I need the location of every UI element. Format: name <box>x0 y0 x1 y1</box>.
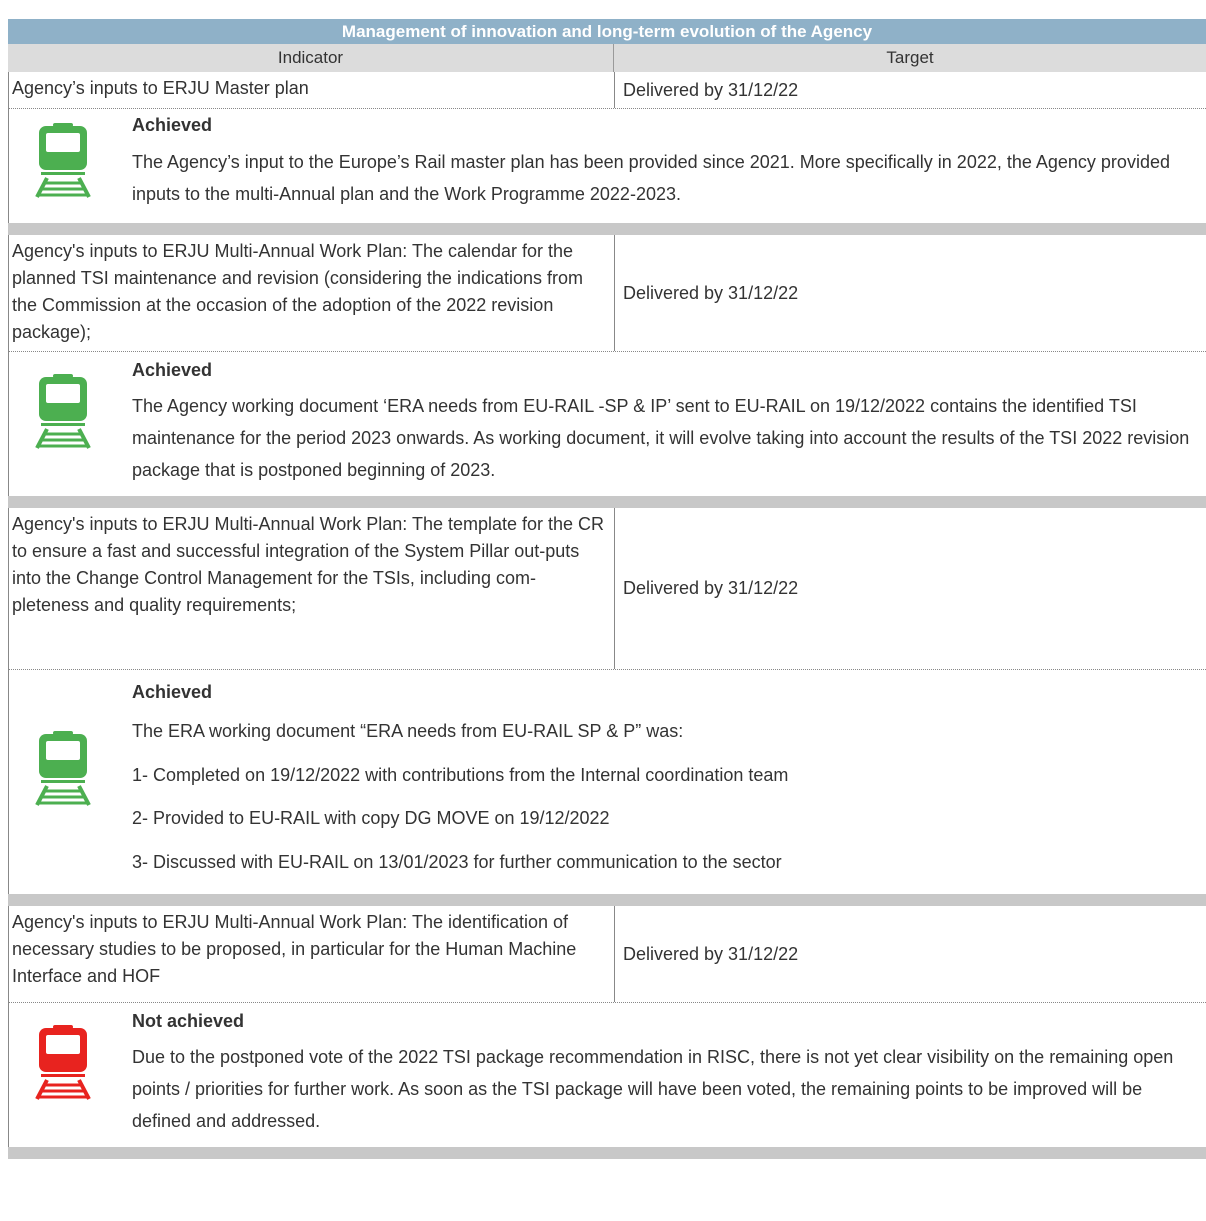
status-label: Achieved <box>132 360 213 380</box>
status-description: The Agency working document ‘ERA needs f… <box>132 396 1190 480</box>
indicator-cell: Agency's inputs to ERJU Multi-Annual Wor… <box>9 235 615 351</box>
status-description: Due to the postponed vote of the 2022 TS… <box>132 1047 1174 1131</box>
kpi-table: Management of innovation and long-term e… <box>8 19 1206 1159</box>
status-label: Achieved <box>132 682 213 702</box>
train-icon-red <box>35 1025 91 1100</box>
target-cell: Delivered by 31/12/22 <box>623 578 799 598</box>
indicator-cell: Agency's inputs to ERJU Multi-Annual Wor… <box>9 906 615 1002</box>
status-row: Not achieved Due to the postponed vote o… <box>8 1003 1206 1147</box>
table-header: Indicator Target <box>8 44 1206 72</box>
status-list-item: 3- Discussed with EU-RAIL on 13/01/2023 … <box>132 852 782 872</box>
indicator-cell: Agency’s inputs to ERJU Master plan <box>9 72 615 108</box>
target-cell: Delivered by 31/12/22 <box>623 282 799 303</box>
indicator-row: Agency’s inputs to ERJU Master plan Deli… <box>8 72 1206 109</box>
target-cell: Delivered by 31/12/22 <box>623 79 799 100</box>
header-target: Target <box>886 48 934 67</box>
row-separator <box>8 496 1206 508</box>
status-description: The Agency’s input to the Europe’s Rail … <box>132 152 1170 204</box>
status-row: Achieved The Agency’s input to the Europ… <box>8 109 1206 223</box>
indicator-cell: Agency's inputs to ERJU Multi-Annual Wor… <box>9 508 615 669</box>
train-icon-green <box>35 731 91 806</box>
row-separator <box>8 1147 1206 1159</box>
status-row: Achieved The ERA working document “ERA n… <box>8 670 1206 894</box>
train-icon-green <box>35 374 91 449</box>
status-label: Achieved <box>132 115 213 135</box>
indicator-row: Agency's inputs to ERJU Multi-Annual Wor… <box>8 508 1206 670</box>
status-list-item: 2- Provided to EU-RAIL with copy DG MOVE… <box>132 808 610 828</box>
indicator-row: Agency's inputs to ERJU Multi-Annual Wor… <box>8 235 1206 352</box>
train-icon-green <box>35 123 91 198</box>
row-separator <box>8 894 1206 906</box>
status-row: Achieved The Agency working document ‘ER… <box>8 352 1206 496</box>
status-description: The ERA working document “ERA needs from… <box>132 721 684 741</box>
row-separator <box>8 223 1206 235</box>
table-title: Management of innovation and long-term e… <box>8 19 1206 44</box>
status-list-item: 1- Completed on 19/12/2022 with contribu… <box>132 765 789 785</box>
target-cell: Delivered by 31/12/22 <box>623 943 799 964</box>
header-indicator: Indicator <box>8 44 614 72</box>
page: Management of innovation and long-term e… <box>0 0 1206 1221</box>
indicator-row: Agency's inputs to ERJU Multi-Annual Wor… <box>8 906 1206 1003</box>
status-label: Not achieved <box>132 1011 245 1031</box>
